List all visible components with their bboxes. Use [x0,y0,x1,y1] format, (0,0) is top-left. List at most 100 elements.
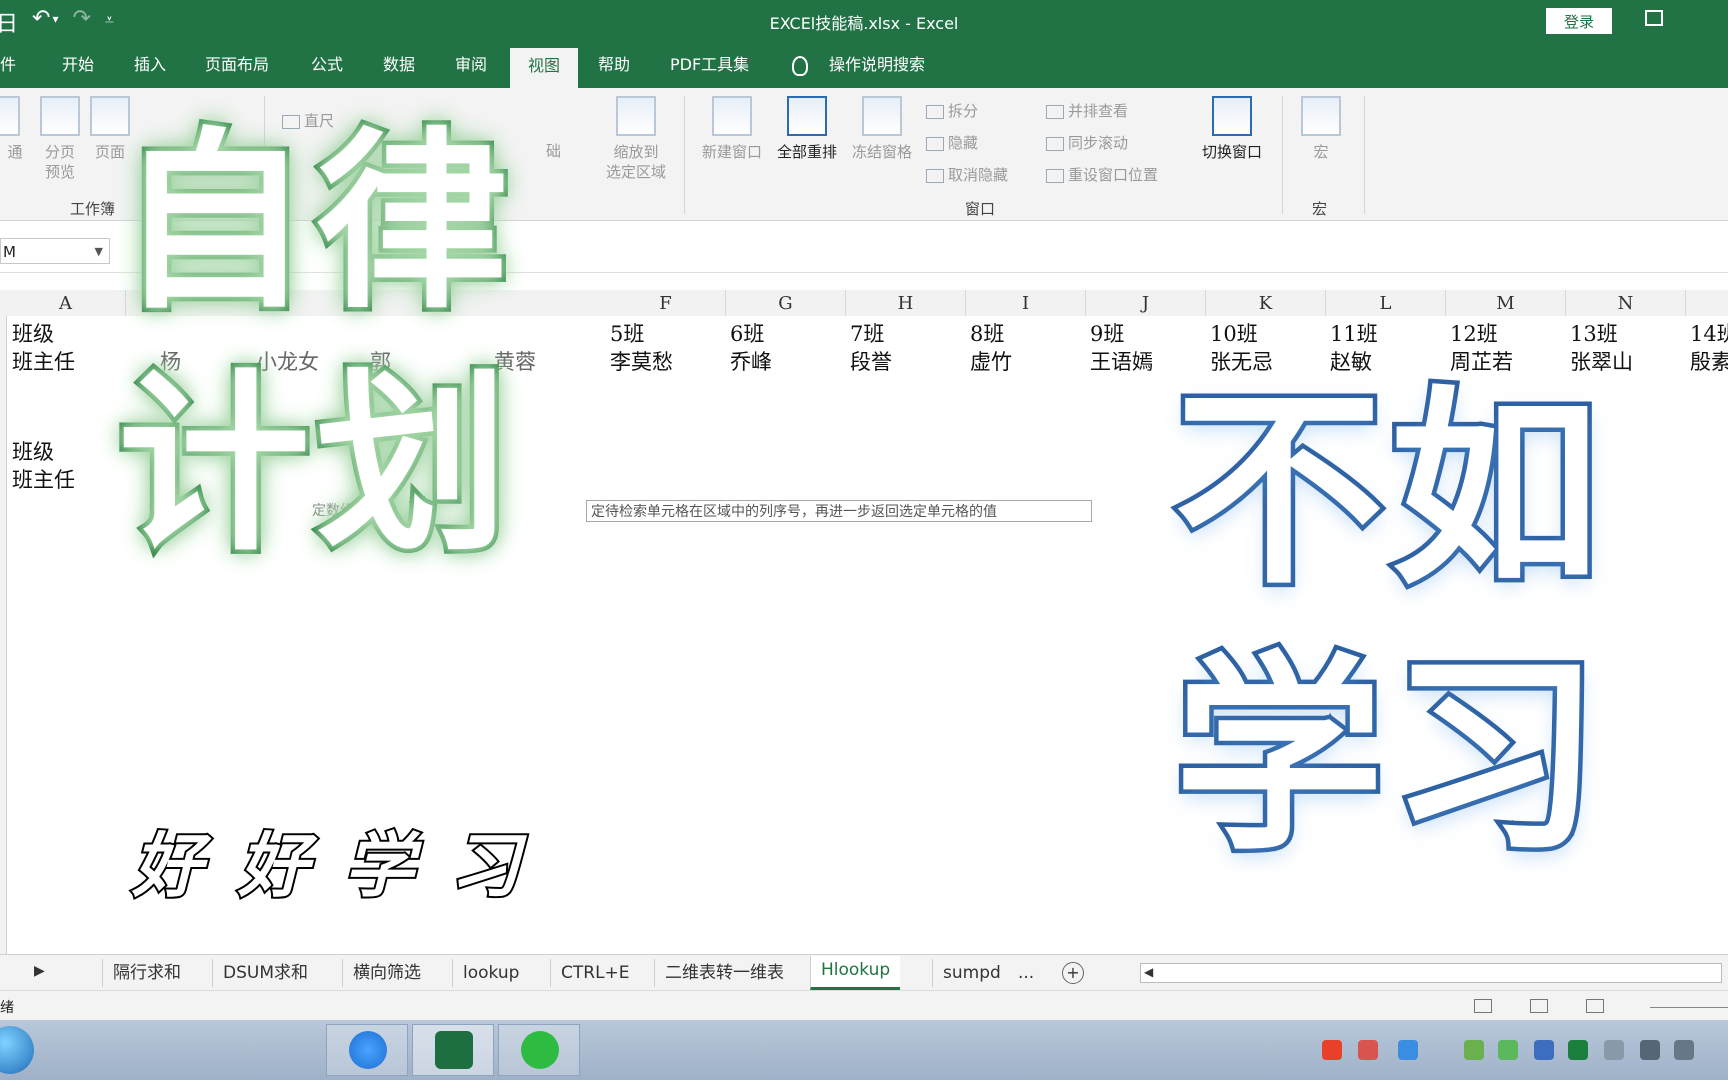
split-icon [926,104,944,119]
sheet-tab-horizontal-filter[interactable]: 横向筛选 [342,959,431,987]
scroll-tabs-right-icon[interactable]: ▶ [34,963,45,979]
sync-scrolling-icon [1046,136,1064,151]
page-break-preview-button[interactable]: 分页 预览 [38,96,82,182]
taskbar-wechat-app[interactable] [498,1024,580,1076]
macros-button[interactable]: 宏 [1298,96,1344,162]
sync-scrolling-button[interactable]: 同步滚动 [1046,132,1128,153]
unhide-icon [926,168,944,183]
zoom-slider[interactable] [1650,1007,1728,1008]
cell-f2[interactable]: 李莫愁 [610,346,673,376]
cell-h1[interactable]: 7班 [850,318,884,348]
cell-g2[interactable]: 乔峰 [730,346,772,376]
network-icon[interactable] [1640,1040,1660,1060]
column-header-g[interactable]: G [726,290,846,316]
tell-me-search[interactable]: 操作说明搜索 [829,52,925,82]
volume-icon[interactable] [1674,1040,1694,1060]
ribbon-tabs: 件 开始 插入 页面布局 公式 数据 审阅 视图 帮助 PDF工具集 操作说明搜… [0,42,1728,88]
sheet-tab-sumpd[interactable]: sumpd [932,959,1011,987]
shield-icon[interactable] [1498,1040,1518,1060]
tab-review[interactable]: 审阅 [455,52,487,82]
macros-group-label: 宏 [1312,200,1328,218]
column-header-n[interactable]: N [1566,290,1686,316]
normal-view-button[interactable]: 通 [0,96,30,162]
cell-o2[interactable]: 殷素 [1690,346,1728,376]
column-header-a[interactable]: A [6,290,126,316]
tab-formulas[interactable]: 公式 [311,52,343,82]
unhide-button[interactable]: 取消隐藏 [926,164,1008,185]
ribbon-display-options-icon[interactable] [1645,10,1663,26]
sheet-tab-lookup[interactable]: lookup [452,959,529,987]
name-box[interactable]: M ▼ [0,238,110,264]
tab-home[interactable]: 开始 [62,52,94,82]
cell-j2[interactable]: 王语嫣 [1090,346,1153,376]
taskbar-feishu-app[interactable] [326,1024,408,1076]
tab-help[interactable]: 帮助 [598,52,630,82]
cell-j1[interactable]: 9班 [1090,318,1124,348]
cell-m1[interactable]: 12班 [1450,318,1498,348]
tray-security-icon[interactable] [1464,1040,1484,1060]
scroll-left-icon[interactable]: ◀ [1144,965,1153,979]
switch-windows-button[interactable]: 切换窗口 [1196,96,1268,162]
cell-n1[interactable]: 13班 [1570,318,1618,348]
page-break-view-icon[interactable] [1586,999,1604,1013]
split-button[interactable]: 拆分 [926,100,978,121]
input-method-icon[interactable] [1322,1040,1342,1060]
cell-a4[interactable]: 班级 [12,436,54,466]
cell-g1[interactable]: 6班 [730,318,764,348]
tab-view[interactable]: 视图 [510,48,579,88]
chevron-down-icon[interactable]: ▼ [95,239,103,265]
group-separator [1282,96,1283,214]
page-layout-view-icon[interactable] [1530,999,1548,1013]
arrange-all-icon [787,96,827,136]
window-title: EXCEl技能稿.xlsx - Excel [769,14,959,33]
sheet-tab-ctrl-e[interactable]: CTRL+E [550,959,640,987]
status-bar: 绪 [0,990,1728,1021]
cell-h2[interactable]: 段誉 [850,346,892,376]
tab-page-layout[interactable]: 页面布局 [205,52,269,82]
sheet-tab-2d-to-1d[interactable]: 二维表转一维表 [654,959,794,987]
arrange-all-button[interactable]: 全部重排 [772,96,842,162]
cell-o1[interactable]: 14班 [1690,318,1728,348]
cell-i1[interactable]: 8班 [970,318,1004,348]
sheet-tab-alt-row-sum[interactable]: 隔行求和 [102,959,191,987]
tab-pdf-tools[interactable]: PDF工具集 [670,52,749,82]
normal-view-icon[interactable] [1474,999,1492,1013]
hide-button[interactable]: 隐藏 [926,132,978,153]
cell-f1[interactable]: 5班 [610,318,644,348]
add-sheet-icon[interactable]: + [1062,962,1084,984]
column-header-m[interactable]: M [1446,290,1566,316]
taskbar-excel-app[interactable] [412,1024,494,1076]
cell-a2[interactable]: 班主任 [12,346,75,376]
tab-insert[interactable]: 插入 [134,52,166,82]
tab-file[interactable]: 件 [0,52,16,82]
windows-taskbar [0,1020,1728,1080]
tray-network-app-icon[interactable] [1534,1040,1554,1060]
more-sheets-button[interactable]: ... [1018,959,1034,987]
column-header-l[interactable]: L [1326,290,1446,316]
column-header-j[interactable]: J [1086,290,1206,316]
column-header-h[interactable]: H [846,290,966,316]
view-side-by-side-button[interactable]: 并排查看 [1046,100,1128,121]
freeze-panes-button[interactable]: 冻结窗格 [848,96,916,162]
cell-a1[interactable]: 班级 [12,318,54,348]
tray-app-icon[interactable] [1358,1040,1378,1060]
cell-l1[interactable]: 11班 [1330,318,1378,348]
horizontal-scrollbar[interactable]: ◀ [1140,963,1722,983]
cell-i2[interactable]: 虚竹 [970,346,1012,376]
clipboard-icon[interactable] [1604,1040,1624,1060]
sheet-tab-dsum[interactable]: DSUM求和 [212,959,318,987]
tray-feishu-icon[interactable] [1398,1040,1418,1060]
column-header-i[interactable]: I [966,290,1086,316]
new-window-button[interactable]: 新建窗口 [698,96,766,162]
cell-k1[interactable]: 10班 [1210,318,1258,348]
zoom-to-selection-button[interactable]: 缩放到 选定区域 [600,96,672,182]
start-button-icon[interactable] [0,1026,34,1074]
nvidia-icon[interactable] [1568,1040,1588,1060]
login-button[interactable]: 登录 [1546,8,1612,34]
tab-data[interactable]: 数据 [383,52,415,82]
cell-a5[interactable]: 班主任 [12,464,75,494]
column-header-k[interactable]: K [1206,290,1326,316]
column-header-f[interactable]: F [606,290,726,316]
reset-window-position-button[interactable]: 重设窗口位置 [1046,164,1158,185]
sheet-tab-hlookup[interactable]: Hlookup [810,956,901,990]
